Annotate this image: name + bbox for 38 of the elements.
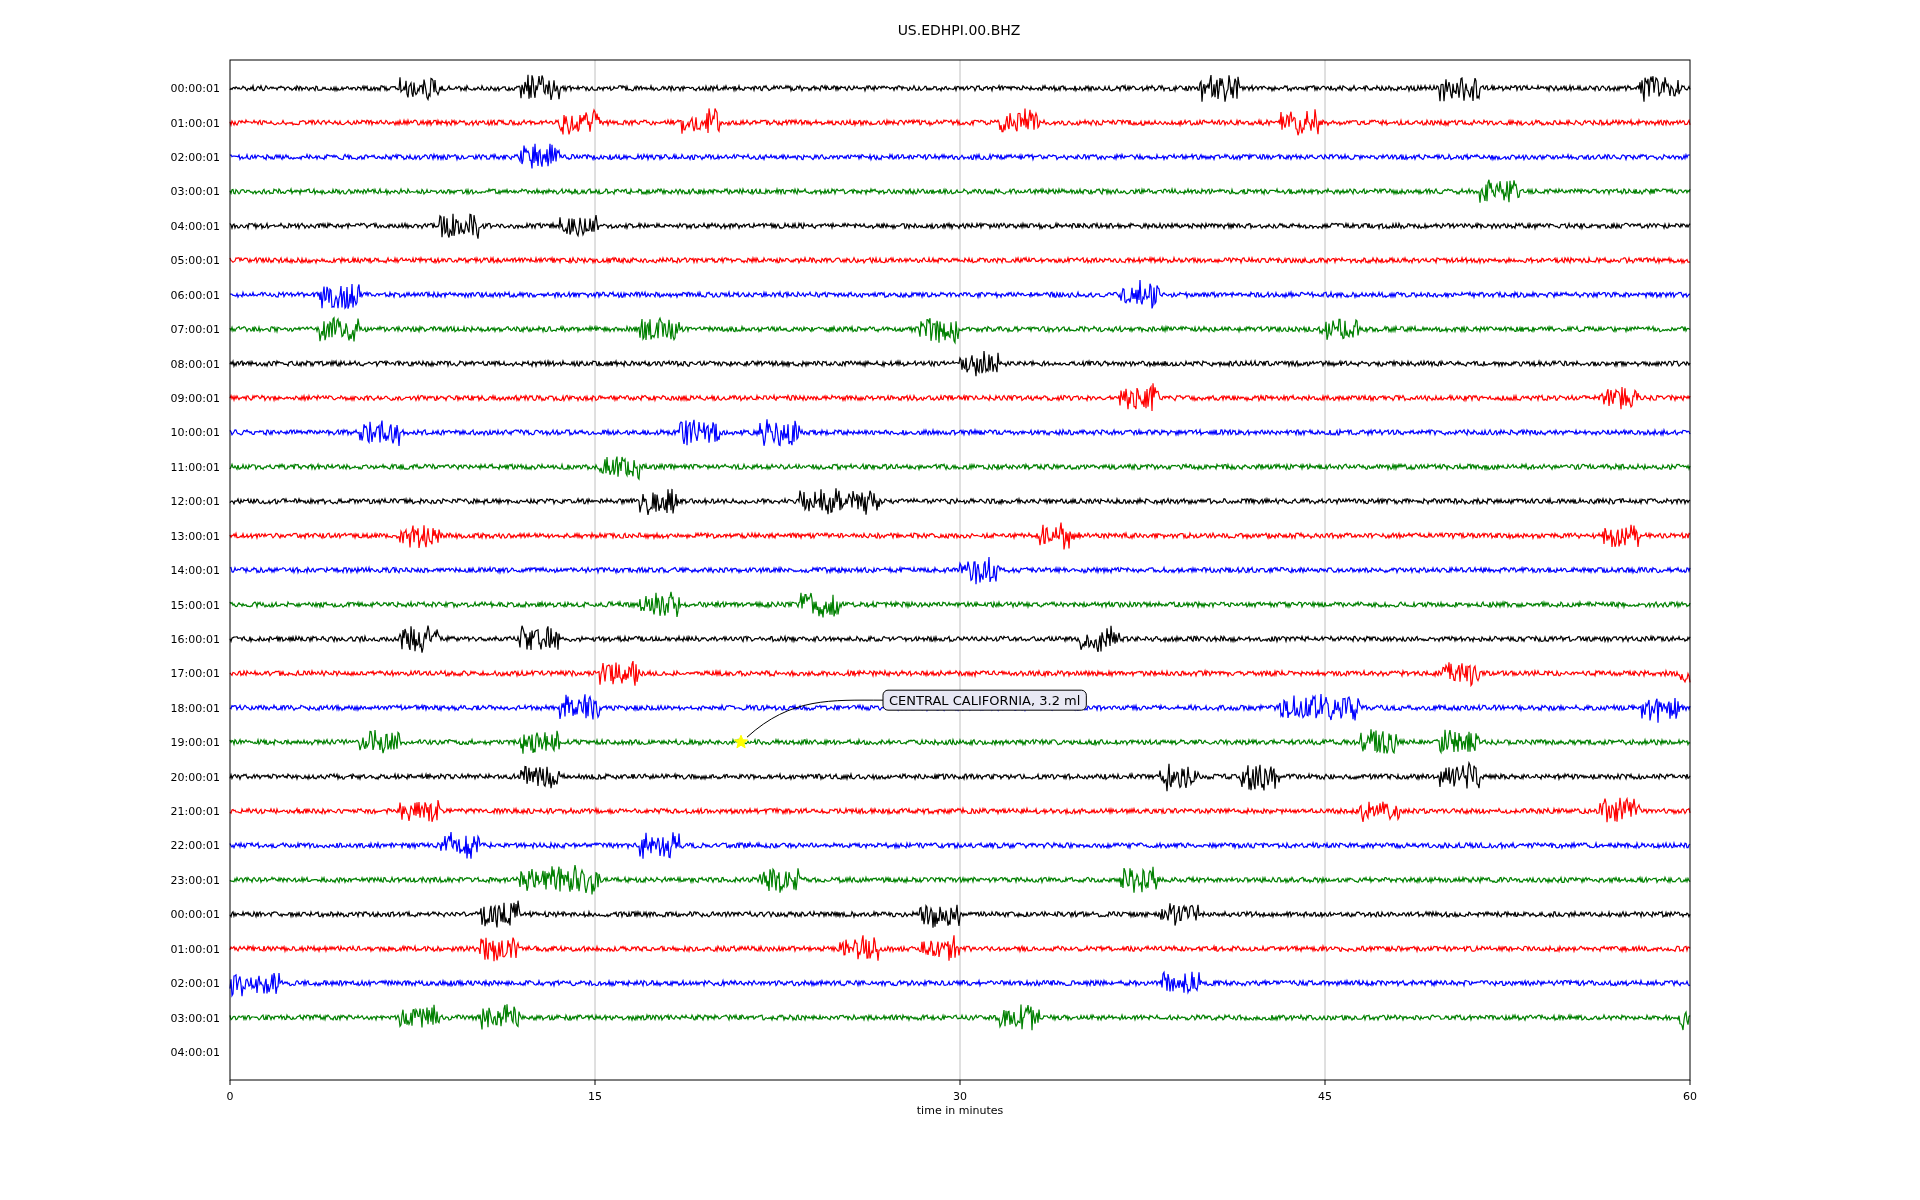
time-label: 22:00:01 <box>170 839 220 853</box>
time-label: 03:00:01 <box>170 1011 220 1025</box>
time-label: 17:00:01 <box>170 667 220 681</box>
time-label: 06:00:01 <box>170 288 220 302</box>
time-label: 07:00:01 <box>170 323 220 337</box>
time-label: 11:00:01 <box>170 460 220 474</box>
time-label: 20:00:01 <box>170 770 220 784</box>
time-label: 21:00:01 <box>170 805 220 818</box>
time-label: 14:00:01 <box>170 564 220 578</box>
tick-label: 30 <box>953 1090 967 1103</box>
time-label: 15:00:01 <box>170 598 220 612</box>
time-label: 01:00:01 <box>170 942 220 956</box>
tick-label: 0 <box>226 1090 234 1103</box>
time-label: 09:00:01 <box>170 392 220 405</box>
annotation-label: CENTRAL CALIFORNIA, 3.2 ml <box>882 689 1087 711</box>
time-label: 19:00:01 <box>170 736 220 750</box>
tick-label: 60 <box>1683 1090 1697 1103</box>
time-label: 04:00:01 <box>170 219 220 233</box>
time-label: 03:00:01 <box>170 185 220 199</box>
time-label: 13:00:01 <box>170 529 220 543</box>
time-label: 12:00:01 <box>170 495 220 509</box>
time-label: 10:00:01 <box>170 426 220 440</box>
time-label: 01:00:01 <box>170 116 220 130</box>
tick-label: 45 <box>1318 1090 1332 1103</box>
time-label: 00:00:01 <box>170 82 220 96</box>
time-label: 05:00:01 <box>170 254 220 268</box>
time-label: 00:00:01 <box>170 908 220 922</box>
plot-title: US.EDHPI.00.BHZ <box>897 22 1021 38</box>
time-label: 16:00:01 <box>170 632 220 646</box>
time-label: 02:00:01 <box>170 977 220 991</box>
time-label: 23:00:01 <box>170 873 220 887</box>
star-icon <box>733 734 749 749</box>
time-label: 08:00:01 <box>170 357 220 371</box>
time-label: 04:00:01 <box>170 1045 220 1059</box>
tick-label: 15 <box>588 1090 602 1103</box>
time-label: 18:00:01 <box>170 701 220 715</box>
axis-label: time in minutes <box>916 1104 1004 1117</box>
time-label: 02:00:01 <box>170 151 220 165</box>
